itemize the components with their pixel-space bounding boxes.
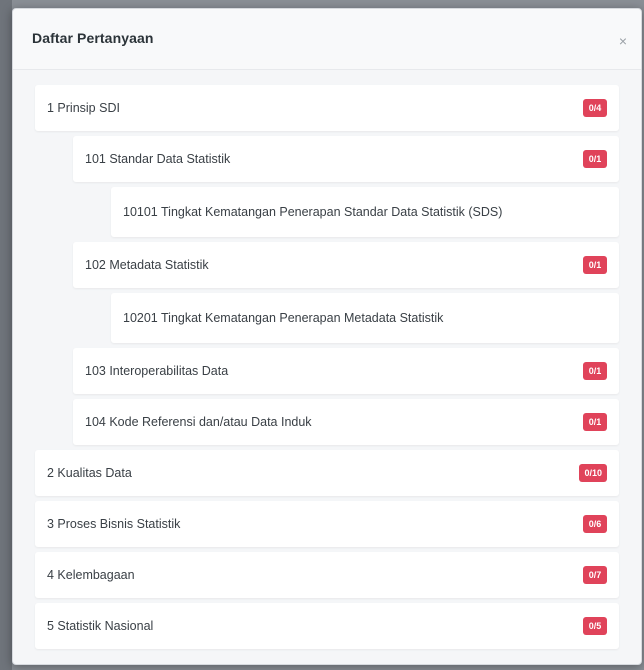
tree-item-2[interactable]: 2 Kualitas Data 0/10	[35, 450, 619, 496]
modal-header: Daftar Pertanyaan ×	[13, 9, 641, 70]
close-icon[interactable]: ×	[615, 33, 631, 49]
progress-badge: 0/10	[579, 464, 607, 482]
progress-badge: 0/1	[583, 150, 607, 168]
progress-badge: 0/1	[583, 362, 607, 380]
tree-item-4[interactable]: 4 Kelembagaan 0/7	[35, 552, 619, 598]
progress-badge: 0/7	[583, 566, 607, 584]
progress-badge: 0/5	[583, 617, 607, 635]
tree-item-label: 2 Kualitas Data	[47, 466, 132, 480]
tree-item-label: 101 Standar Data Statistik	[85, 152, 231, 166]
tree-item-5[interactable]: 5 Statistik Nasional 0/5	[35, 603, 619, 649]
tree-item-101[interactable]: 101 Standar Data Statistik 0/1	[73, 136, 619, 182]
tree-item-3[interactable]: 3 Proses Bisnis Statistik 0/6	[35, 501, 619, 547]
tree-item-label: 10201 Tingkat Kematangan Penerapan Metad…	[123, 311, 444, 325]
progress-badge: 0/6	[583, 515, 607, 533]
questions-modal: Daftar Pertanyaan × 1 Prinsip SDI 0/4 10…	[12, 8, 642, 665]
tree-item-103[interactable]: 103 Interoperabilitas Data 0/1	[73, 348, 619, 394]
page-backdrop	[0, 0, 12, 670]
progress-badge: 0/4	[583, 99, 607, 117]
tree-item-label: 5 Statistik Nasional	[47, 619, 154, 633]
progress-badge: 0/1	[583, 256, 607, 274]
modal-title: Daftar Pertanyaan	[32, 30, 154, 46]
tree-item-102[interactable]: 102 Metadata Statistik 0/1	[73, 242, 619, 288]
progress-badge: 0/1	[583, 413, 607, 431]
tree-item-label: 4 Kelembagaan	[47, 568, 135, 582]
tree-item-10101[interactable]: 10101 Tingkat Kematangan Penerapan Stand…	[111, 187, 619, 237]
tree-item-label: 10101 Tingkat Kematangan Penerapan Stand…	[123, 205, 503, 219]
tree-item-104[interactable]: 104 Kode Referensi dan/atau Data Induk 0…	[73, 399, 619, 445]
tree-item-label: 103 Interoperabilitas Data	[85, 364, 229, 378]
tree-item-1[interactable]: 1 Prinsip SDI 0/4	[35, 85, 619, 131]
tree-item-label: 1 Prinsip SDI	[47, 101, 120, 115]
tree-item-label: 102 Metadata Statistik	[85, 258, 209, 272]
tree-item-label: 3 Proses Bisnis Statistik	[47, 517, 181, 531]
tree-item-10201[interactable]: 10201 Tingkat Kematangan Penerapan Metad…	[111, 293, 619, 343]
tree-item-label: 104 Kode Referensi dan/atau Data Induk	[85, 415, 312, 429]
